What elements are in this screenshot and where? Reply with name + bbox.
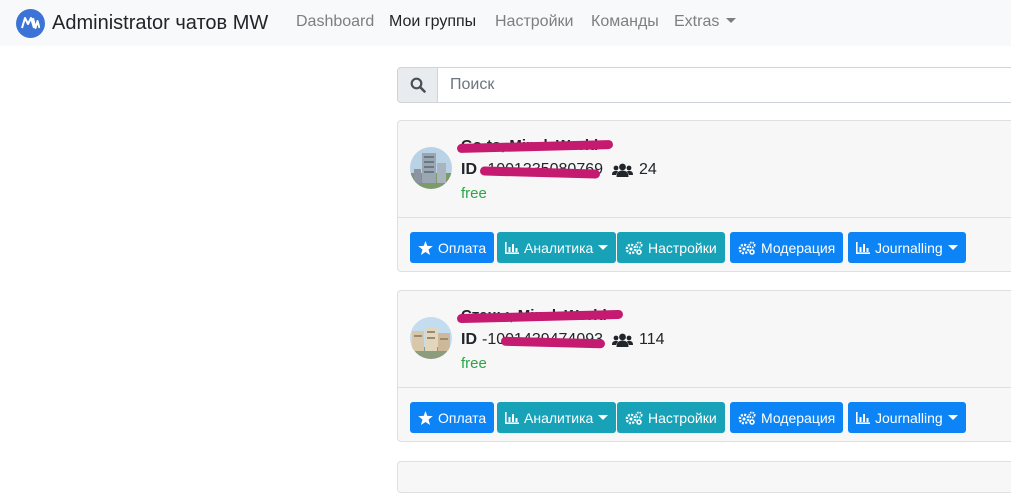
- group-card: Стены, Minsk World ID -1001439474093 114…: [397, 290, 1011, 442]
- group-card: Go-to, Minsk World ID -1001335080769 24 …: [397, 120, 1011, 272]
- bar-chart-icon: [505, 241, 519, 254]
- id-label: ID: [461, 331, 477, 348]
- bar-chart-icon: [505, 411, 519, 424]
- gears-icon: [625, 241, 643, 255]
- gears-icon: [738, 411, 756, 425]
- members-count: 114: [639, 331, 665, 348]
- nav-commands[interactable]: Команды: [591, 13, 659, 31]
- members-count: 24: [639, 161, 657, 178]
- group-card-actions: Оплата Аналитика Настройки Модерация Jou…: [398, 217, 1011, 271]
- brand[interactable]: Administrator чатов MW: [16, 8, 268, 38]
- payment-label: Оплата: [438, 239, 487, 256]
- search-bar: [397, 67, 1011, 103]
- chevron-down-icon: [726, 18, 737, 23]
- group-card-body: Go-to, Minsk World ID -1001335080769 24 …: [398, 121, 1011, 217]
- settings-label: Настройки: [648, 239, 717, 256]
- navbar: Administrator чатов MW Dashboard Мои гру…: [0, 0, 1011, 46]
- journalling-dropdown-button[interactable]: Journalling: [848, 402, 966, 433]
- chevron-down-icon: [598, 415, 609, 420]
- search-input[interactable]: [438, 67, 1011, 103]
- brand-title: Administrator чатов MW: [52, 11, 269, 34]
- search-button[interactable]: [397, 67, 438, 103]
- moderation-button[interactable]: Модерация: [730, 232, 844, 263]
- group-avatar: [410, 317, 452, 359]
- plan-badge: free: [461, 355, 487, 372]
- nav-dashboard[interactable]: Dashboard: [296, 13, 374, 31]
- nav-extras-label: Extras: [674, 13, 720, 30]
- search-icon: [410, 77, 426, 93]
- users-icon: [612, 333, 634, 347]
- gears-icon: [738, 241, 756, 255]
- settings-button[interactable]: Настройки: [617, 402, 725, 433]
- chevron-down-icon: [598, 245, 609, 250]
- chevron-down-icon: [947, 245, 958, 250]
- brand-logo-icon: [16, 8, 45, 38]
- journalling-label: Journalling: [875, 239, 943, 256]
- star-icon: [418, 240, 433, 255]
- journalling-label: Journalling: [875, 409, 943, 426]
- id-label: ID: [461, 161, 477, 178]
- payment-button[interactable]: Оплата: [410, 232, 495, 263]
- journalling-dropdown-button[interactable]: Journalling: [848, 232, 966, 263]
- group-card-actions: Оплата Аналитика Настройки Модерация Jou…: [398, 387, 1011, 441]
- group-card: [397, 461, 1011, 493]
- settings-label: Настройки: [648, 409, 717, 426]
- moderation-label: Модерация: [761, 409, 836, 426]
- payment-label: Оплата: [438, 409, 487, 426]
- analytics-label: Аналитика: [524, 239, 594, 256]
- chevron-down-icon: [947, 415, 958, 420]
- payment-button[interactable]: Оплата: [410, 402, 495, 433]
- moderation-label: Модерация: [761, 239, 836, 256]
- gears-icon: [625, 411, 643, 425]
- plan-badge: free: [461, 185, 487, 202]
- nav-settings[interactable]: Настройки: [495, 13, 573, 31]
- group-avatar: [410, 147, 452, 189]
- users-icon: [612, 163, 634, 177]
- settings-button[interactable]: Настройки: [617, 232, 725, 263]
- moderation-button[interactable]: Модерация: [730, 402, 844, 433]
- bar-chart-icon: [856, 411, 870, 424]
- analytics-label: Аналитика: [524, 409, 594, 426]
- star-icon: [418, 410, 433, 425]
- nav-extras-dropdown[interactable]: Extras: [674, 13, 737, 31]
- analytics-dropdown-button[interactable]: Аналитика: [497, 402, 617, 433]
- nav-my-groups[interactable]: Мои группы: [389, 13, 476, 31]
- group-card-body: Стены, Minsk World ID -1001439474093 114…: [398, 291, 1011, 387]
- analytics-dropdown-button[interactable]: Аналитика: [497, 232, 617, 263]
- bar-chart-icon: [856, 241, 870, 254]
